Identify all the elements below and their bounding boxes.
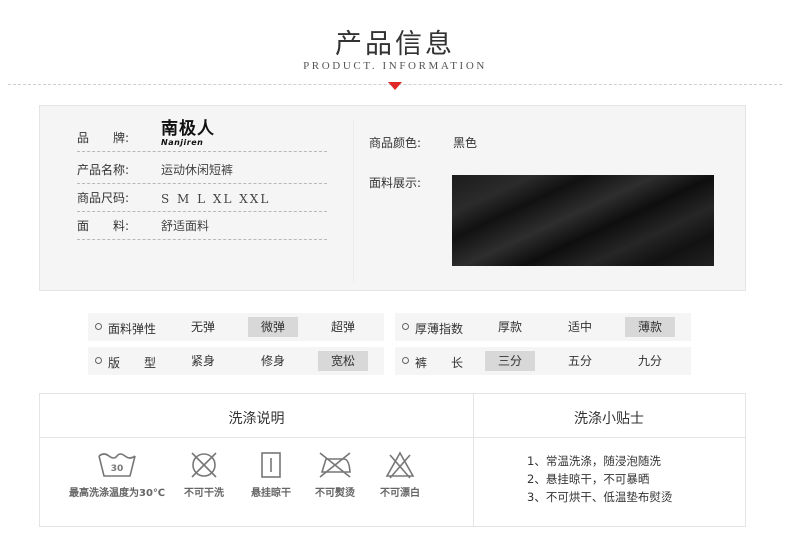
product-name-row: 产品名称: 运动休闲短裤 xyxy=(77,156,327,184)
product-name-label: 产品名称: xyxy=(77,163,130,177)
material-row: 面 料: 舒适面料 xyxy=(77,212,327,240)
fabric-label: 面料展示: xyxy=(369,176,422,190)
down-arrow-icon xyxy=(388,82,402,90)
section-title: 产品信息 xyxy=(335,29,455,60)
wash-tips-title: 洗涤小贴士 xyxy=(574,411,644,427)
size-value: S M L XL XXL xyxy=(161,192,271,206)
care-label: 最高洗涤温度为30℃ xyxy=(68,488,166,499)
attributes-left: 面料弹性 无弹 微弹 超弹 版 型 紧身 修身 宽松 xyxy=(88,313,384,381)
wash-30-icon: 30 xyxy=(98,453,136,477)
wash-temp-number: 30 xyxy=(111,464,124,474)
attr-option: 厚款 xyxy=(497,320,522,334)
attr-option: 五分 xyxy=(567,354,592,368)
fabric-swatch-image xyxy=(452,175,714,266)
care-label: 悬挂晾干 xyxy=(251,488,291,499)
care-wash-30: 30 最高洗涤温度为30℃ xyxy=(64,450,170,499)
care-label: 不可熨烫 xyxy=(315,488,355,499)
brand-logo-subtext: Nanjiren xyxy=(161,138,204,147)
attr-row-fit: 版 型 紧身 修身 宽松 xyxy=(88,347,384,375)
size-label: 商品尺码: xyxy=(77,191,130,205)
material-label: 面 料: xyxy=(77,219,130,233)
care-no-iron: 不可熨烫 xyxy=(307,450,363,499)
hang-dry-icon xyxy=(261,452,281,478)
attr-option: 超弹 xyxy=(330,320,355,334)
attr-option-selected: 宽松 xyxy=(318,351,368,371)
wash-instructions-title: 洗涤说明 xyxy=(228,411,285,427)
section-subtitle: PRODUCT. INFORMATION xyxy=(303,60,487,72)
attr-option: 无弹 xyxy=(190,320,215,334)
bullet-icon xyxy=(95,357,102,364)
brand-logo: 南极人 Nanjiren xyxy=(161,119,231,148)
size-row: 商品尺码: S M L XL XXL xyxy=(77,184,327,212)
color-value: 黑色 xyxy=(453,136,478,150)
brand-label: 品 牌: xyxy=(77,131,130,145)
attr-name: 厚薄指数 xyxy=(415,322,464,336)
brand-logo-text: 南极人 xyxy=(161,119,215,139)
attr-option-selected: 微弹 xyxy=(248,317,298,337)
care-hang-dry: 悬挂晾干 xyxy=(243,450,299,499)
care-no-bleach: 不可漂白 xyxy=(372,450,428,499)
wash-section: 洗涤说明 洗涤小贴士 30 最高洗涤温度为30℃ 不可干洗 悬挂晾干 不可熨烫 … xyxy=(39,393,746,527)
wash-tip: 3、不可烘干、低温垫布熨烫 xyxy=(527,490,673,504)
material-value: 舒适面料 xyxy=(161,219,210,233)
attr-option: 九分 xyxy=(637,354,662,368)
no-dry-clean-icon xyxy=(191,452,217,478)
color-label: 商品颜色: xyxy=(369,136,422,150)
no-iron-icon xyxy=(319,452,351,478)
bullet-icon xyxy=(402,357,409,364)
attr-row-length: 裤 长 三分 五分 九分 xyxy=(395,347,691,375)
wash-tip: 1、常温洗涤，随浸泡随洗 xyxy=(527,454,661,468)
attributes-right: 厚薄指数 厚款 适中 薄款 裤 长 三分 五分 九分 xyxy=(395,313,691,381)
product-info-panel: 品 牌: 南极人 Nanjiren 产品名称: 运动休闲短裤 商品尺码: S M… xyxy=(39,105,746,291)
wash-tips-list: 1、常温洗涤，随浸泡随洗 2、悬挂晾干，不可暴晒 3、不可烘干、低温垫布熨烫 xyxy=(527,452,672,506)
attr-row-elasticity: 面料弹性 无弹 微弹 超弹 xyxy=(88,313,384,341)
attr-name: 版 型 xyxy=(108,356,157,370)
attr-row-thickness: 厚薄指数 厚款 适中 薄款 xyxy=(395,313,691,341)
care-label: 不可漂白 xyxy=(380,488,420,499)
bullet-icon xyxy=(402,323,409,330)
attr-option: 紧身 xyxy=(190,354,215,368)
info-divider xyxy=(353,120,354,282)
wash-tip: 2、悬挂晾干，不可暴晒 xyxy=(527,472,650,486)
attr-name: 面料弹性 xyxy=(108,322,157,336)
attr-option: 适中 xyxy=(567,320,592,334)
attr-option-selected: 三分 xyxy=(485,351,535,371)
attr-name: 裤 长 xyxy=(415,356,464,370)
attr-option: 修身 xyxy=(260,354,285,368)
care-label: 不可干洗 xyxy=(184,488,224,499)
attr-option-selected: 薄款 xyxy=(625,317,675,337)
bullet-icon xyxy=(95,323,102,330)
brand-row: 品 牌: 南极人 Nanjiren xyxy=(77,119,327,152)
care-no-dry-clean: 不可干洗 xyxy=(176,450,232,499)
no-bleach-icon xyxy=(385,451,415,479)
product-name-value: 运动休闲短裤 xyxy=(161,163,234,177)
